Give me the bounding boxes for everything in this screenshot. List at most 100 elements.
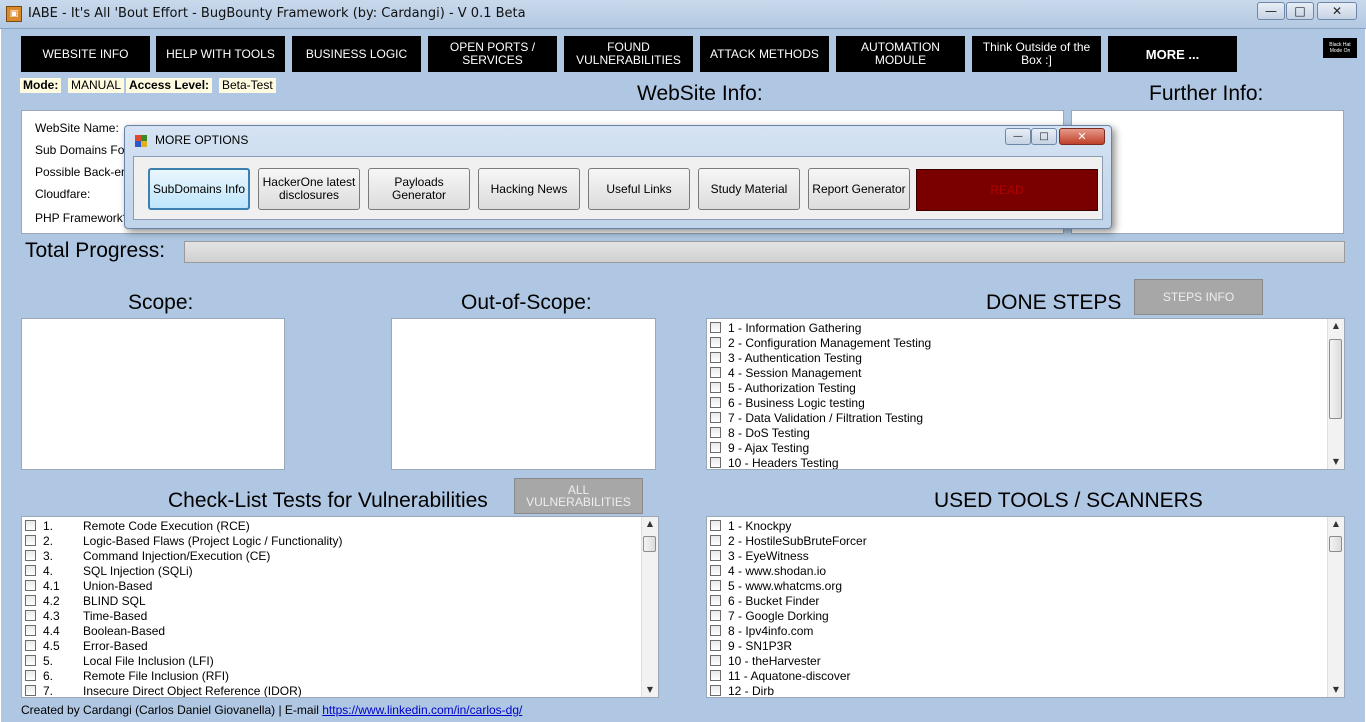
list-item[interactable]: 9 - SN1P3R [710,638,1328,653]
checkbox[interactable] [710,457,721,468]
checkbox[interactable] [25,565,36,576]
checkbox[interactable] [25,595,36,606]
nav-automation-module[interactable]: AUTOMATION MODULE [836,36,965,72]
checkbox[interactable] [710,565,721,576]
checkbox[interactable] [710,397,721,408]
list-item[interactable]: 8 - DoS Testing [710,425,1328,440]
list-item[interactable]: 5 - www.whatcms.org [710,578,1328,593]
out-of-scope-textbox[interactable] [391,318,656,470]
scroll-thumb[interactable] [643,536,656,552]
checkbox[interactable] [25,655,36,666]
list-item[interactable]: 4.1 Union-Based [25,578,642,593]
list-item[interactable]: 11 - Aquatone-discover [710,668,1328,683]
checkbox[interactable] [25,640,36,651]
scroll-up-icon[interactable]: ▲ [1328,319,1344,333]
nav-think-outside[interactable]: Think Outside of the Box :] [972,36,1101,72]
list-item[interactable]: 7 - Google Dorking [710,608,1328,623]
checkbox[interactable] [710,595,721,606]
steps-info-button[interactable]: STEPS INFO [1134,279,1263,315]
list-item[interactable]: 5 - Authorization Testing [710,380,1328,395]
checkbox[interactable] [710,640,721,651]
dialog-maximize-button[interactable]: □ [1031,128,1057,145]
checklist-list[interactable]: 1. Remote Code Execution (RCE) 2. Logic-Ba… [21,516,659,698]
list-item[interactable]: 6 - Business Logic testing [710,395,1328,410]
blackhat-mode-button[interactable]: Black Hat Mode On [1323,38,1357,58]
read-button[interactable]: READ [916,169,1098,211]
checkbox[interactable] [710,427,721,438]
done-steps-scrollbar[interactable]: ▲ ▼ [1327,319,1344,469]
checkbox[interactable] [25,535,36,546]
list-item[interactable]: 4 - www.shodan.io [710,563,1328,578]
scroll-down-icon[interactable]: ▼ [642,683,658,697]
list-item[interactable]: 3. Command Injection/Execution (CE) [25,548,642,563]
checkbox[interactable] [710,442,721,453]
checkbox[interactable] [25,625,36,636]
payloads-generator-button[interactable]: Payloads Generator [368,168,470,210]
checkbox[interactable] [710,322,721,333]
study-material-button[interactable]: Study Material [698,168,800,210]
nav-help-with-tools[interactable]: HELP WITH TOOLS [156,36,285,72]
nav-attack-methods[interactable]: ATTACK METHODS [700,36,829,72]
list-item[interactable]: 2. Logic-Based Flaws (Project Logic / Fun… [25,533,642,548]
checkbox[interactable] [25,670,36,681]
checkbox[interactable] [710,625,721,636]
dialog-minimize-button[interactable]: — [1005,128,1031,145]
checkbox[interactable] [710,520,721,531]
report-generator-button[interactable]: Report Generator [808,168,910,210]
list-item[interactable]: 4.5 Error-Based [25,638,642,653]
list-item[interactable]: 3 - EyeWitness [710,548,1328,563]
scroll-thumb[interactable] [1329,536,1342,552]
list-item[interactable]: 3 - Authentication Testing [710,350,1328,365]
linkedin-link[interactable]: https://www.linkedin.com/in/carlos-dg/ [322,703,522,717]
scroll-thumb[interactable] [1329,339,1342,419]
nav-found-vulnerabilities[interactable]: FOUND VULNERABILITIES [564,36,693,72]
list-item[interactable]: 2 - Configuration Management Testing [710,335,1328,350]
list-item[interactable]: 7. Insecure Direct Object Reference (IDOR… [25,683,642,697]
checklist-scrollbar[interactable]: ▲ ▼ [641,517,658,697]
scroll-down-icon[interactable]: ▼ [1328,683,1344,697]
checkbox[interactable] [25,685,36,696]
list-item[interactable]: 10 - theHarvester [710,653,1328,668]
scroll-down-icon[interactable]: ▼ [1328,455,1344,469]
title-bar[interactable]: ▣ IABE - It's All 'Bout Effort - BugBoun… [0,0,1366,29]
list-item[interactable]: 10 - Headers Testing [710,455,1328,469]
list-item[interactable]: 1 - Knockpy [710,518,1328,533]
checkbox[interactable] [710,352,721,363]
list-item[interactable]: 4. SQL Injection (SQLi) [25,563,642,578]
list-item[interactable]: 6. Remote File Inclusion (RFI) [25,668,642,683]
useful-links-button[interactable]: Useful Links [588,168,690,210]
list-item[interactable]: 7 - Data Validation / Filtration Testing [710,410,1328,425]
list-item[interactable]: 1. Remote Code Execution (RCE) [25,518,642,533]
checkbox[interactable] [710,670,721,681]
checkbox[interactable] [710,337,721,348]
checkbox[interactable] [710,382,721,393]
list-item[interactable]: 1 - Information Gathering [710,320,1328,335]
list-item[interactable]: 6 - Bucket Finder [710,593,1328,608]
nav-business-logic[interactable]: BUSINESS LOGIC [292,36,421,72]
hackerone-disclosures-button[interactable]: HackerOne latest disclosures [258,168,360,210]
nav-open-ports[interactable]: OPEN PORTS / SERVICES [428,36,557,72]
scroll-up-icon[interactable]: ▲ [642,517,658,531]
checkbox[interactable] [710,550,721,561]
subdomains-info-button[interactable]: SubDomains Info [148,168,250,210]
list-item[interactable]: 9 - Ajax Testing [710,440,1328,455]
checkbox[interactable] [710,655,721,666]
nav-website-info[interactable]: WEBSITE INFO [21,36,150,72]
maximize-button[interactable]: □ [1286,2,1314,20]
checkbox[interactable] [710,685,721,696]
dialog-close-button[interactable]: ✕ [1059,128,1105,145]
scroll-up-icon[interactable]: ▲ [1328,517,1344,531]
list-item[interactable]: 4.4 Boolean-Based [25,623,642,638]
minimize-button[interactable]: — [1257,2,1285,20]
checkbox[interactable] [25,610,36,621]
checkbox[interactable] [710,580,721,591]
list-item[interactable]: 8 - Ipv4info.com [710,623,1328,638]
close-button[interactable]: ✕ [1317,2,1357,20]
checkbox[interactable] [25,580,36,591]
checkbox[interactable] [25,550,36,561]
checkbox[interactable] [25,520,36,531]
list-item[interactable]: 4.3 Time-Based [25,608,642,623]
scope-textbox[interactable] [21,318,285,470]
list-item[interactable]: 2 - HostileSubBruteForcer [710,533,1328,548]
list-item[interactable]: 4.2 BLIND SQL [25,593,642,608]
